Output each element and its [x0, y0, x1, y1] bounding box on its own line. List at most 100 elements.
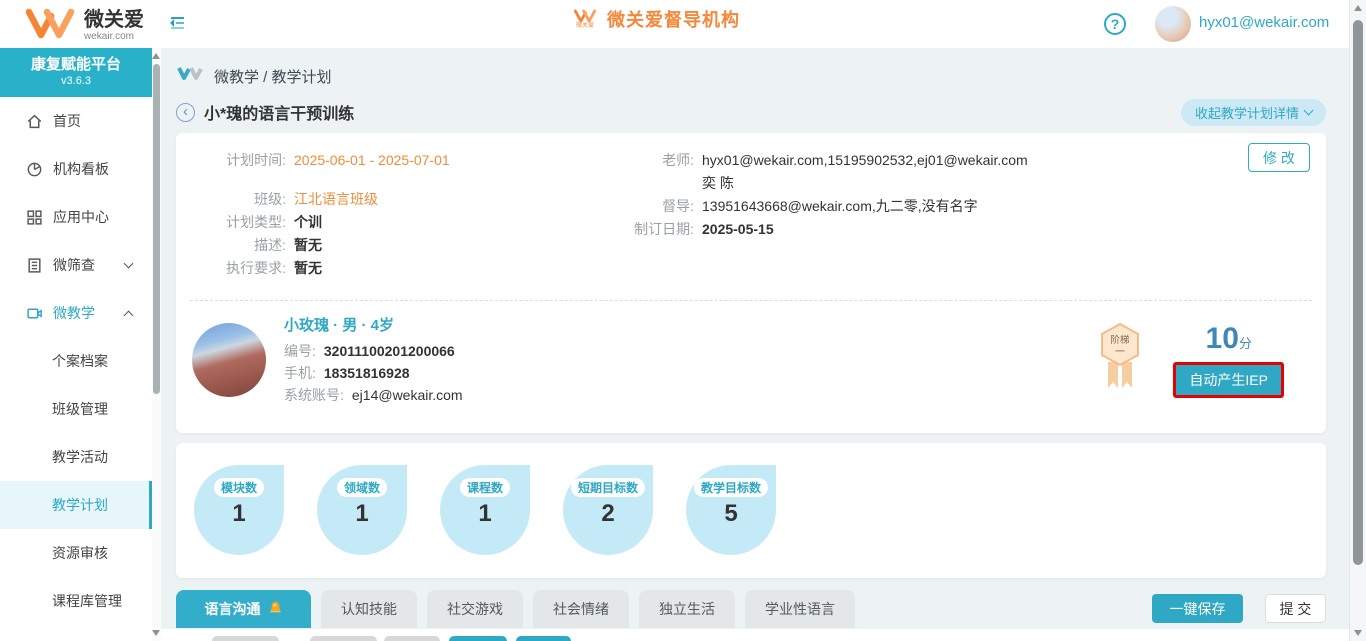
stat-label: 短期目标数: [571, 478, 645, 497]
sidebar-subitem-label: 班级管理: [52, 399, 108, 419]
sidebar-item-screening[interactable]: 微筛查: [0, 241, 152, 289]
user-avatar[interactable]: [1155, 6, 1191, 42]
sidebar-subitem-teaching-plan[interactable]: 教学计划: [0, 481, 152, 529]
stat-value: 1: [355, 500, 368, 528]
student-account-value: ej14@wekair.com: [352, 384, 463, 406]
sidebar-subitem-course-library[interactable]: 课程库管理: [0, 577, 152, 625]
chevron-down-icon: [124, 258, 134, 268]
plan-class-value[interactable]: 江北语言班级: [294, 188, 378, 211]
cutoff-pill: [516, 636, 571, 641]
sidebar-item-org-dashboard[interactable]: 机构看板: [0, 145, 152, 193]
scroll-up-icon[interactable]: [152, 53, 160, 59]
sidebar-subitem-label: 教学计划: [52, 495, 108, 515]
org-title-block: 微关爱 微关爱督导机构: [573, 6, 740, 32]
field-label: 督导:: [614, 195, 694, 218]
tab-label: 社会情绪: [553, 599, 609, 619]
cutoff-pill: [384, 636, 440, 641]
plan-fields-left: 计划时间:2025-06-01 - 2025-07-01 班级:江北语言班级 计…: [194, 149, 614, 280]
badge-tier-number: 一: [1115, 347, 1125, 358]
back-icon[interactable]: ‹: [176, 103, 195, 122]
sidebar-item-label: 机构看板: [53, 159, 109, 179]
student-avatar[interactable]: [192, 323, 266, 397]
tab-independent-living[interactable]: 独立生活: [639, 590, 735, 628]
scroll-down-icon[interactable]: [152, 630, 160, 636]
chevron-down-icon: [1304, 105, 1314, 115]
sidebar-subitem-case-files[interactable]: 个案档案: [0, 337, 152, 385]
stat-bubble-domains: 领域数 1: [317, 465, 407, 555]
tab-language-communication[interactable]: 语言沟通: [176, 590, 311, 628]
stat-bubble-short-term-goals: 短期目标数 2: [563, 465, 653, 555]
collapse-plan-details-button[interactable]: 收起教学计划详情: [1181, 99, 1326, 126]
plan-requirement-value: 暂无: [294, 257, 322, 280]
field-label: 计划时间:: [194, 149, 286, 172]
help-icon[interactable]: ?: [1104, 13, 1126, 35]
sidebar-collapse-icon[interactable]: [168, 15, 186, 36]
stat-label: 模块数: [214, 478, 264, 497]
plan-teacher-value: hyx01@wekair.com,15195902532,ej01@wekair…: [702, 149, 1028, 172]
sidebar-scrollbar[interactable]: [152, 48, 161, 641]
app-window: 微关爱 wekair.com 微关爱 微关爱督导机构 ?: [0, 0, 1366, 641]
sidebar-item-label: 应用中心: [53, 207, 109, 227]
org-title: 微关爱督导机构: [607, 6, 740, 32]
tab-cognitive-skills[interactable]: 认知技能: [321, 590, 417, 628]
stats-card: 模块数 1 领域数 1 课程数 1 短期目标数 2 教学目标数 5: [176, 443, 1326, 578]
plan-title-row: ‹ 小*瑰的语言干预训练 收起教学计划详情: [176, 98, 1326, 126]
org-mini-logo-icon: 微关爱: [573, 9, 597, 30]
badge-tier-text: 阶梯: [1111, 334, 1131, 346]
breadcrumb: 微教学 / 教学计划: [176, 66, 1326, 86]
scroll-down-icon[interactable]: [1354, 630, 1362, 636]
pie-chart-icon: [26, 161, 43, 178]
plan-teacher-value-2: 奕 陈: [702, 172, 1174, 195]
tab-social-emotion[interactable]: 社会情绪: [533, 590, 629, 628]
sidebar-subitem-label: 教学活动: [52, 447, 108, 467]
plan-supervisor-value: 13951643668@wekair.com,九二零,没有名字: [702, 195, 978, 218]
brand-text: 微关爱 wekair.com: [84, 9, 144, 42]
stat-value: 1: [478, 500, 491, 528]
save-all-button[interactable]: 一键保存: [1152, 594, 1243, 623]
stat-label: 领域数: [337, 478, 387, 497]
sidebar-item-teaching[interactable]: 微教学: [0, 289, 152, 337]
auto-generate-iep-button[interactable]: 自动产生IEP: [1173, 362, 1284, 398]
field-label: 计划类型:: [194, 211, 286, 234]
platform-version: v3.6.3: [0, 74, 152, 88]
score-unit: 分: [1239, 336, 1252, 351]
sidebar-item-label: 微教学: [53, 303, 95, 323]
scroll-up-icon[interactable]: [1354, 5, 1362, 11]
platform-title: 康复赋能平台: [0, 55, 152, 74]
plan-time-value: 2025-06-01 - 2025-07-01: [294, 149, 450, 172]
org-mini-logo-caption: 微关爱: [576, 23, 594, 30]
user-email[interactable]: hyx01@wekair.com: [1199, 14, 1329, 31]
plan-type-value: 个训: [294, 211, 322, 234]
home-icon: [26, 113, 43, 130]
tab-academic-language[interactable]: 学业性语言: [745, 590, 855, 628]
page-scrollbar-thumb[interactable]: [1353, 20, 1363, 565]
field-label: 描述:: [194, 234, 286, 257]
field-label: 制订日期:: [614, 218, 694, 241]
plan-detail-card: 计划时间:2025-06-01 - 2025-07-01 班级:江北语言班级 计…: [176, 133, 1326, 433]
stat-label: 课程数: [460, 478, 510, 497]
edit-button[interactable]: 修 改: [1248, 143, 1310, 172]
sidebar-subitem-resource-review[interactable]: 资源审核: [0, 529, 152, 577]
field-label: 老师:: [614, 149, 694, 172]
sidebar-scrollbar-thumb[interactable]: [153, 64, 160, 394]
sidebar-subitem-label: 课程库管理: [52, 591, 122, 611]
plan-fields: 计划时间:2025-06-01 - 2025-07-01 班级:江北语言班级 计…: [176, 133, 1326, 280]
sidebar-item-home[interactable]: 首页: [0, 97, 152, 145]
plan-desc-value: 暂无: [294, 234, 322, 257]
score: 10分: [1206, 322, 1252, 356]
student-name: 小玫瑰 · 男 · 4岁: [284, 314, 463, 335]
field-label: 执行要求:: [194, 257, 286, 280]
sidebar-item-app-center[interactable]: 应用中心: [0, 193, 152, 241]
sidebar-subitem-class-management[interactable]: 班级管理: [0, 385, 152, 433]
page-scrollbar[interactable]: [1349, 0, 1366, 641]
breadcrumb-logo-icon: [176, 66, 204, 86]
sidebar-subitem-teaching-activities[interactable]: 教学活动: [0, 433, 152, 481]
tab-social-games[interactable]: 社交游戏: [427, 590, 523, 628]
sidebar-item-label: 首页: [53, 111, 81, 131]
student-phone-value: 18351816928: [324, 362, 410, 384]
brand-logo-block[interactable]: 微关爱 wekair.com: [24, 6, 144, 45]
tab-row-actions: 一键保存 提 交: [1152, 594, 1326, 623]
submit-button[interactable]: 提 交: [1265, 594, 1326, 623]
plan-date-value: 2025-05-15: [702, 218, 774, 241]
cutoff-pill: [212, 636, 279, 641]
